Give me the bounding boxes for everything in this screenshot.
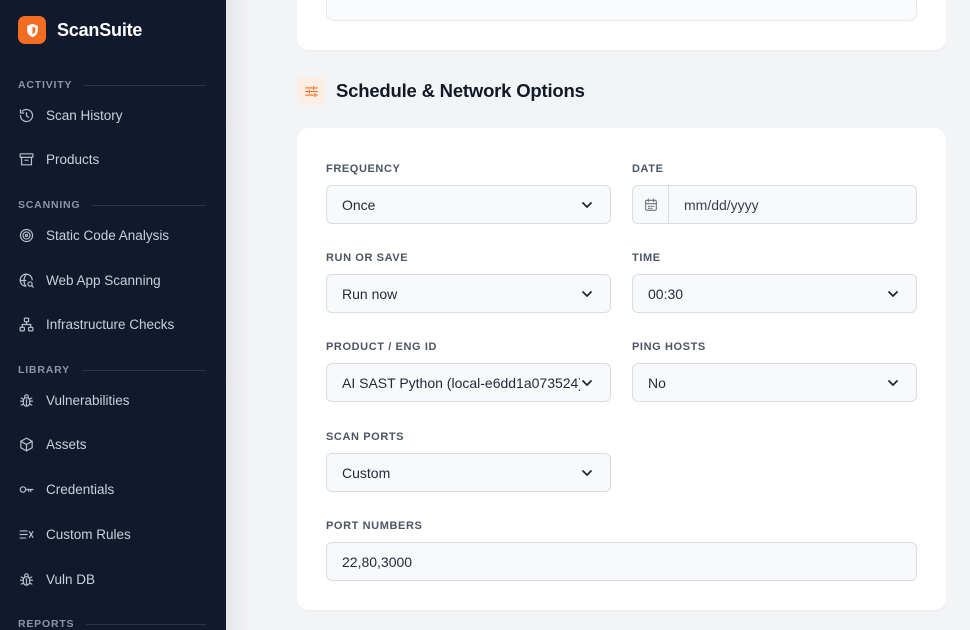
date-label: DATE xyxy=(632,163,664,175)
run-or-save-label: RUN OR SAVE xyxy=(326,252,409,264)
port-numbers-value: 22,80,3000 xyxy=(342,553,413,570)
bug-icon xyxy=(18,392,35,409)
shield-logo-icon xyxy=(18,16,46,44)
product-label: PRODUCT / ENG ID xyxy=(326,341,438,353)
port-numbers-input[interactable]: 22,80,3000 xyxy=(326,542,917,581)
sidebar-item-web-app-scanning[interactable]: Web App Scanning xyxy=(18,272,161,289)
ping-hosts-value: No xyxy=(648,374,666,391)
date-placeholder: mm/dd/yyyy xyxy=(684,196,759,213)
section-label-scanning: SCANNING xyxy=(18,199,206,211)
product-value: AI SAST Python (local-e6dd1a073524) xyxy=(342,374,580,391)
sidebar-item-vulnerabilities[interactable]: Vulnerabilities xyxy=(18,392,130,409)
sidebar-item-infrastructure-checks[interactable]: Infrastructure Checks xyxy=(18,316,174,333)
port-numbers-label: PORT NUMBERS xyxy=(326,520,423,532)
section-title: Schedule & Network Options xyxy=(336,80,585,101)
sidebar-item-scan-history[interactable]: Scan History xyxy=(18,107,123,124)
run-or-save-value: Run now xyxy=(342,285,398,302)
section-label-activity: ACTIVITY xyxy=(18,79,206,91)
sidebar-shadow xyxy=(226,0,250,630)
scan-ports-label: SCAN PORTS xyxy=(326,431,405,443)
sidebar-item-label: Credentials xyxy=(46,482,115,497)
sidebar-item-label: Static Code Analysis xyxy=(46,228,170,243)
sidebar-item-credentials[interactable]: Credentials xyxy=(18,481,114,498)
chevron-down-icon xyxy=(886,376,900,390)
ping-hosts-label: PING HOSTS xyxy=(632,341,706,353)
frequency-select[interactable]: Once xyxy=(326,185,611,224)
brand-name: ScanSuite xyxy=(57,19,143,40)
sidebar-item-custom-rules[interactable]: Custom Rules xyxy=(18,526,131,543)
sidebar-item-label: Infrastructure Checks xyxy=(46,317,175,332)
scan-ports-select[interactable]: Custom xyxy=(326,453,611,492)
scan-ports-value: Custom xyxy=(342,464,391,481)
date-input[interactable]: mm/dd/yyyy xyxy=(632,185,917,224)
sliders-icon xyxy=(297,77,325,105)
sidebar-item-static-code-analysis[interactable]: Static Code Analysis xyxy=(18,227,169,244)
sidebar-item-products[interactable]: Products xyxy=(18,151,99,168)
key-icon xyxy=(18,481,35,498)
section-label-reports: REPORTS xyxy=(18,618,206,630)
ping-hosts-select[interactable]: No xyxy=(632,363,917,402)
archive-box-icon xyxy=(18,151,35,168)
sidebar-item-label: Products xyxy=(46,152,100,167)
sidebar-item-label: Web App Scanning xyxy=(46,273,161,288)
chevron-down-icon xyxy=(580,376,594,390)
sidebar-item-vuln-db[interactable]: Vuln DB xyxy=(18,571,95,588)
section-header: Schedule & Network Options xyxy=(297,77,585,105)
sidebar-item-assets[interactable]: Assets xyxy=(18,436,87,453)
chevron-down-icon xyxy=(886,287,900,301)
run-or-save-select[interactable]: Run now xyxy=(326,274,611,313)
calendar-icon xyxy=(633,186,669,223)
web-search-icon xyxy=(18,272,35,289)
sidebar-item-label: Scan History xyxy=(46,108,123,123)
section-label-library: LIBRARY xyxy=(18,364,206,376)
sidebar: ScanSuite ACTIVITY Scan History Products… xyxy=(0,0,226,630)
history-icon xyxy=(18,107,35,124)
list-check-icon xyxy=(18,526,35,543)
cube-icon xyxy=(18,436,35,453)
chevron-down-icon xyxy=(580,198,594,212)
network-nodes-icon xyxy=(18,316,35,333)
sidebar-item-label: Vulnerabilities xyxy=(46,393,130,408)
schedule-options-card: FREQUENCY Once DATE mm/dd/yyyy RUN OR SA… xyxy=(297,128,946,610)
brand[interactable]: ScanSuite xyxy=(18,16,142,44)
frequency-label: FREQUENCY xyxy=(326,163,401,175)
previous-section-card xyxy=(297,0,946,50)
chevron-down-icon xyxy=(580,466,594,480)
target-icon xyxy=(18,227,35,244)
chevron-down-icon xyxy=(580,287,594,301)
time-label: TIME xyxy=(632,252,661,264)
product-select[interactable]: AI SAST Python (local-e6dd1a073524) xyxy=(326,363,611,402)
sidebar-item-label: Vuln DB xyxy=(46,572,96,587)
sidebar-item-label: Assets xyxy=(46,437,87,452)
bug-icon xyxy=(18,571,35,588)
sidebar-item-label: Custom Rules xyxy=(46,527,131,542)
time-select[interactable]: 00:30 xyxy=(632,274,917,313)
time-value: 00:30 xyxy=(648,285,684,302)
frequency-value: Once xyxy=(342,196,376,213)
previous-section-field xyxy=(326,0,917,21)
